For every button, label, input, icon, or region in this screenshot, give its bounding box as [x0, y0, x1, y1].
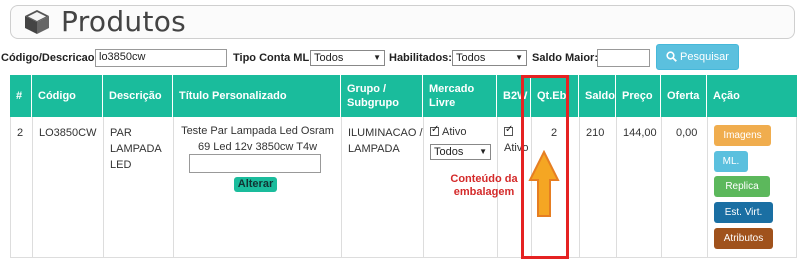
chevron-down-icon: ▼ [479, 147, 487, 156]
row-codigo: LO3850CW [39, 127, 97, 139]
mercado-status-value: Todos [434, 146, 464, 158]
col-acao[interactable]: Ação [707, 75, 797, 117]
habilitados-value: Todos [456, 52, 486, 64]
habilitados-label: Habilitados: [389, 52, 452, 64]
row-num: 2 [17, 127, 24, 139]
row-grupo: ILUMINACAO / LAMPADA [348, 127, 423, 155]
col-num[interactable]: # [10, 75, 32, 117]
col-titulo[interactable]: Título Personalizado [173, 75, 341, 117]
b2w-ativo-checkbox[interactable] [504, 124, 513, 136]
col-preco[interactable]: Preço [616, 75, 661, 117]
col-oferta[interactable]: Oferta [661, 75, 707, 117]
search-button-label: Pesquisar [680, 51, 729, 63]
chevron-down-icon: ▼ [515, 53, 523, 62]
est-virt-button[interactable]: Est. Virt. [714, 202, 773, 223]
page-header: Produtos [10, 5, 795, 39]
imagens-button[interactable]: Imagens [714, 125, 771, 146]
actions-cell: Imagens ML. Replica Est. Virt. Atributos [708, 117, 797, 257]
row-titulo: Teste Par Lampada Led Osram 69 Led 12v 3… [181, 125, 334, 153]
table-row: 2 LO3850CW PAR LAMPADA LED Teste Par Lam… [10, 117, 797, 258]
alterar-button[interactable]: Alterar [234, 177, 277, 192]
mercado-ativo-checkbox[interactable] [430, 124, 439, 136]
replica-button[interactable]: Replica [714, 176, 770, 197]
col-descricao[interactable]: Descrição [103, 75, 173, 117]
tipo-conta-label: Tipo Conta ML: [233, 52, 313, 64]
search-icon [666, 51, 677, 62]
tipo-conta-select[interactable]: Todos ▼ [310, 50, 385, 66]
codigo-label: Código/Descricao: [1, 52, 99, 64]
atributos-button[interactable]: Atributos [714, 228, 773, 249]
col-grupo[interactable]: Grupo / Subgrupo [341, 75, 423, 117]
ml-button[interactable]: ML. [714, 151, 748, 172]
cube-icon [25, 10, 49, 34]
filter-bar: Código/Descricao: lo3850cw Tipo Conta ML… [0, 44, 799, 74]
page-title: Produtos [61, 5, 187, 38]
titulo-input[interactable] [189, 154, 321, 173]
codigo-input[interactable]: lo3850cw [95, 49, 227, 67]
arrow-up-icon [528, 150, 560, 217]
col-mercado[interactable]: Mercado Livre [423, 75, 497, 117]
row-oferta: 0,00 [676, 127, 698, 139]
col-codigo[interactable]: Código [32, 75, 103, 117]
mercado-ativo-label: Ativo [442, 126, 467, 138]
row-saldo: 210 [586, 127, 605, 139]
col-saldo[interactable]: Saldo [579, 75, 616, 117]
annotation-label: Conteúdo da embalagem [450, 173, 518, 198]
search-button[interactable]: Pesquisar [656, 44, 739, 70]
habilitados-select[interactable]: Todos ▼ [452, 50, 527, 66]
row-preco: 144,00 [623, 127, 657, 139]
saldo-label: Saldo Maior: [532, 52, 599, 64]
saldo-input[interactable] [597, 49, 650, 67]
chevron-down-icon: ▼ [373, 53, 381, 62]
mercado-status-select[interactable]: Todos ▼ [430, 144, 491, 160]
table-header: # Código Descrição Título Personalizado … [10, 75, 797, 117]
row-descricao: PAR LAMPADA LED [110, 127, 162, 171]
tipo-conta-value: Todos [314, 52, 344, 64]
